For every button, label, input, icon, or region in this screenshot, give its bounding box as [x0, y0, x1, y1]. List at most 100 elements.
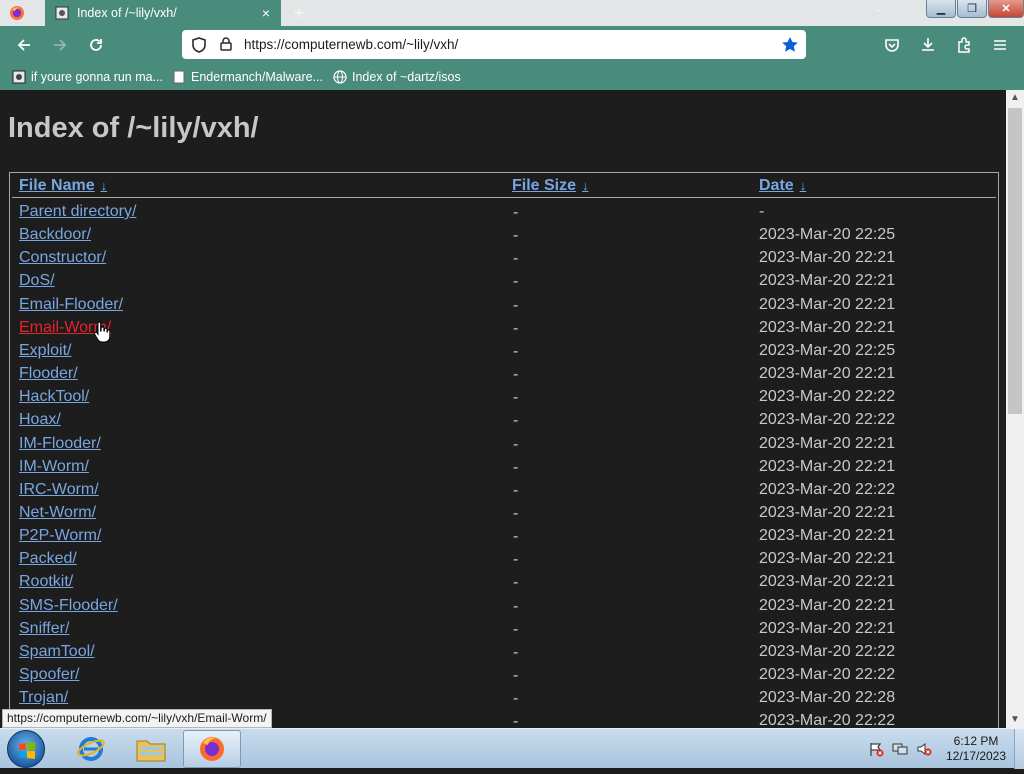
vertical-scrollbar[interactable]: ▲ ▼ [1006, 90, 1024, 728]
clock-time: 6:12 PM [953, 734, 999, 748]
volume-muted-icon[interactable] [916, 741, 932, 757]
file-explorer-icon[interactable] [122, 730, 180, 768]
system-clock[interactable]: 6:12 PM 12/17/2023 [940, 734, 1012, 764]
file-link[interactable]: Trojan/ [19, 689, 68, 707]
file-link[interactable]: DoS/ [19, 272, 55, 290]
windows-logo-icon [19, 742, 35, 759]
tab-title: Index of /~lily/vxh/ [77, 6, 177, 20]
file-link[interactable]: P2P-Worm/ [19, 527, 101, 545]
file-size: - [513, 713, 519, 728]
url-input[interactable] [244, 30, 764, 59]
file-size: - [513, 342, 519, 360]
column-header-date[interactable]: Date ↓ [759, 177, 806, 195]
table-row: Flooder/ - 2023-Mar-20 22:21 [10, 365, 998, 388]
close-icon[interactable]: × [255, 5, 277, 21]
table-row: Exploit/ - 2023-Mar-20 22:25 [10, 342, 998, 365]
pocket-icon[interactable] [881, 34, 903, 56]
network-icon[interactable] [892, 741, 908, 757]
file-size: - [513, 204, 519, 221]
table-row: Rootkit/ - 2023-Mar-20 22:21 [10, 573, 998, 596]
file-size: - [513, 412, 519, 430]
file-link[interactable]: Backdoor/ [19, 226, 91, 244]
file-link[interactable]: Exploit/ [19, 342, 71, 360]
file-size: - [513, 574, 519, 592]
file-date: 2023-Mar-20 22:25 [759, 226, 896, 244]
page-title: Index of /~lily/vxh/ [8, 112, 259, 144]
column-header-file-size[interactable]: File Size ↓ [512, 177, 589, 195]
file-date: 2023-Mar-20 22:28 [759, 689, 896, 707]
lock-icon[interactable] [218, 36, 234, 52]
file-size: - [513, 435, 519, 453]
file-date: 2023-Mar-20 22:21 [759, 503, 896, 521]
file-link[interactable]: Flooder/ [19, 365, 78, 383]
tab-active[interactable]: Index of /~lily/vxh/ × [45, 0, 281, 26]
show-desktop-button[interactable] [1014, 729, 1024, 769]
file-link[interactable]: Sniffer/ [19, 620, 69, 638]
file-link[interactable]: IRC-Worm/ [19, 481, 99, 499]
table-row: Email-Flooder/ - 2023-Mar-20 22:21 [10, 296, 998, 319]
bookmark-item[interactable]: if youre gonna run ma... [12, 68, 163, 86]
firefox-icon[interactable] [6, 3, 28, 23]
file-link[interactable]: Spoofer/ [19, 666, 79, 684]
file-size: - [513, 250, 519, 268]
bookmark-label: if youre gonna run ma... [31, 70, 164, 84]
table-row: Parent directory/ - - [10, 203, 998, 226]
file-link[interactable]: Rootkit/ [19, 573, 73, 591]
file-size: - [513, 481, 519, 499]
back-button[interactable] [11, 33, 37, 57]
file-date: 2023-Mar-20 22:21 [759, 272, 896, 290]
file-link[interactable]: Net-Worm/ [19, 504, 96, 522]
table-row: SpamTool/ - 2023-Mar-20 22:22 [10, 643, 998, 666]
table-row: IM-Flooder/ - 2023-Mar-20 22:21 [10, 435, 998, 458]
header-divider [12, 197, 996, 198]
window-close-button[interactable]: ✕ [988, 0, 1024, 18]
table-row: Email-Worm/-2023-Mar-20 22:21 [10, 319, 998, 342]
firefox-icon[interactable] [183, 730, 241, 768]
file-date: 2023-Mar-20 22:21 [759, 295, 896, 313]
bookmark-star-icon[interactable] [780, 35, 800, 55]
forward-button[interactable] [47, 33, 73, 57]
bookmark-item[interactable]: Endermanch/Malware... [172, 68, 323, 86]
scrollbar-thumb[interactable] [1008, 108, 1022, 414]
file-date: 2023-Mar-20 22:21 [759, 434, 896, 452]
page-icon [172, 70, 186, 84]
minimize-button[interactable]: ▁ [926, 0, 956, 18]
internet-explorer-icon[interactable] [62, 730, 120, 768]
file-date: 2023-Mar-20 22:21 [759, 457, 896, 475]
status-link-preview: https://computernewb.com/~lily/vxh/Email… [2, 709, 272, 728]
table-row: Sniffer/ - 2023-Mar-20 22:21 [10, 620, 998, 643]
file-link[interactable]: SpamTool/ [19, 643, 95, 661]
file-date: 2023-Mar-20 22:22 [759, 642, 896, 660]
file-link[interactable]: Packed/ [19, 550, 77, 568]
file-link[interactable]: IM-Worm/ [19, 458, 89, 476]
file-link[interactable]: Hoax/ [19, 411, 61, 429]
table-row: Net-Worm/ - 2023-Mar-20 22:21 [10, 504, 998, 527]
hamburger-menu-icon[interactable] [989, 34, 1011, 56]
file-link[interactable]: Parent directory/ [19, 203, 136, 221]
extensions-icon[interactable] [953, 34, 975, 56]
file-date: 2023-Mar-20 22:21 [759, 550, 896, 568]
hand-cursor-icon [94, 321, 110, 343]
back-arrow-icon [17, 39, 30, 51]
table-row: HackTool/ - 2023-Mar-20 22:22 [10, 388, 998, 411]
file-link[interactable]: Email-Flooder/ [19, 296, 123, 314]
start-button[interactable] [7, 730, 45, 768]
scroll-down-arrow-icon[interactable]: ▼ [1006, 712, 1024, 728]
new-tab-button[interactable]: + [288, 2, 310, 24]
file-link[interactable]: Constructor/ [19, 249, 106, 267]
address-bar[interactable] [182, 30, 806, 59]
reload-button[interactable] [83, 33, 109, 57]
scroll-up-arrow-icon[interactable]: ▲ [1006, 90, 1024, 106]
chevron-down-icon[interactable]: ⌄ [868, 4, 888, 22]
bookmark-item[interactable]: Index of ~dartz/isos [333, 68, 461, 86]
action-center-flag-icon[interactable] [868, 741, 884, 757]
file-link[interactable]: SMS-Flooder/ [19, 597, 118, 615]
maximize-button[interactable]: ❐ [957, 0, 987, 18]
taskbar: 6:12 PM 12/17/2023 [0, 728, 1024, 769]
column-header-file-name[interactable]: File Name ↓ [19, 177, 107, 195]
bookmarks-toolbar: if youre gonna run ma... Endermanch/Malw… [0, 64, 1024, 90]
downloads-icon[interactable] [917, 34, 939, 56]
tracking-shield-icon[interactable] [190, 36, 208, 54]
file-link[interactable]: IM-Flooder/ [19, 435, 101, 453]
file-link[interactable]: HackTool/ [19, 388, 89, 406]
